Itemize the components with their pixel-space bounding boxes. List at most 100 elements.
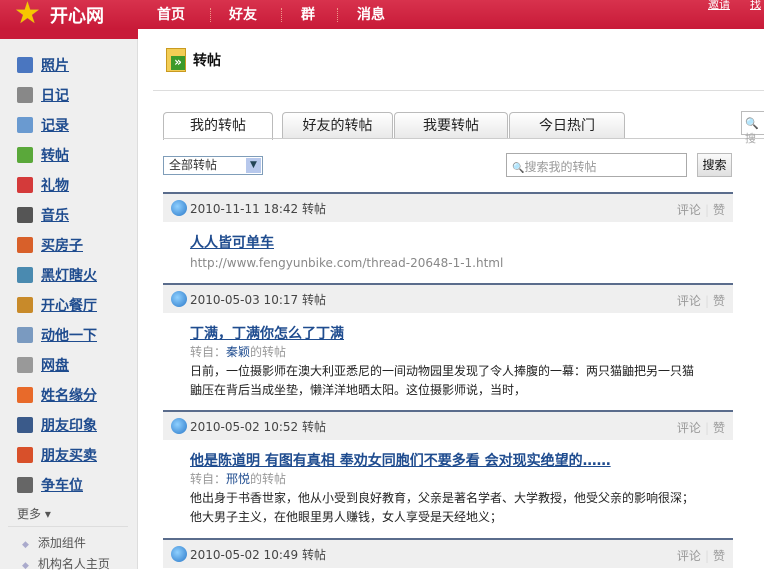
like-link[interactable]: 赞	[713, 549, 725, 563]
comment-link[interactable]: 评论	[677, 421, 701, 435]
post-excerpt: 鼬压在背后当成坐垫，懒洋洋地晒太阳。这位摄影师说，当时，	[190, 383, 527, 397]
repost-icon	[17, 147, 33, 163]
post-url[interactable]: http://www.fengyunbike.com/thread-20648-…	[190, 256, 503, 270]
sidebar-item[interactable]: 网盘	[17, 355, 69, 375]
sidebar-item-label[interactable]: 礼物	[41, 175, 69, 195]
tab-today-hot[interactable]: 今日热门	[509, 112, 625, 139]
name-fate-icon	[17, 387, 33, 403]
sidebar-item[interactable]: 记录	[17, 115, 69, 135]
sidebar-item-label[interactable]: 开心餐厅	[41, 295, 97, 315]
sidebar-item[interactable]: 买房子	[17, 235, 83, 255]
search-button[interactable]: 搜索	[697, 153, 732, 177]
post-header: 2010-05-02 10:52 转帖 评论 | 赞	[163, 410, 733, 440]
post-header: 2010-05-03 10:17 转帖 评论 | 赞	[163, 283, 733, 313]
bullet-icon: ◆	[22, 540, 29, 550]
sidebar-item-label[interactable]: 音乐	[41, 205, 69, 225]
divider	[153, 90, 764, 91]
like-link[interactable]: 赞	[713, 203, 725, 217]
post-title-link[interactable]: 他是陈道明 有图有真相 奉劝女同胞们不要多看 会对现实绝望的……	[190, 450, 611, 470]
globe-icon	[171, 200, 187, 216]
post-excerpt: 他出身于书香世家，他从小受到良好教育，父亲是著名学者、大学教授，他受父亲的影响很…	[190, 491, 695, 505]
nav-home[interactable]: 首页	[157, 0, 185, 29]
nav-divider	[210, 8, 211, 22]
sidebar-item[interactable]: 礼物	[17, 175, 69, 195]
sidebar-item[interactable]: 黑灯瞎火	[17, 265, 97, 285]
sidebar-item-label[interactable]: 转帖	[41, 145, 69, 165]
sidebar-item-label[interactable]: 照片	[41, 55, 69, 75]
source-user-link[interactable]: 秦颖	[226, 345, 250, 359]
sidebar-item-label[interactable]: 朋友买卖	[41, 445, 97, 465]
add-widget-link[interactable]: ◆ 添加组件	[22, 534, 86, 551]
sidebar-item[interactable]: 日记	[17, 85, 69, 105]
sidebar-item-label[interactable]: 黑灯瞎火	[41, 265, 97, 285]
post-time: 2010-05-03 10:17 转帖	[190, 292, 326, 307]
sidebar-item-label[interactable]: 朋友印象	[41, 415, 97, 435]
nav-groups[interactable]: 群	[301, 0, 315, 29]
invite-link[interactable]: 邀请	[708, 0, 730, 12]
sidebar-item[interactable]: 姓名缘分	[17, 385, 97, 405]
search-icon: 🔍	[512, 163, 525, 174]
repost-source: 转自：邢悦的转帖	[190, 472, 287, 486]
nav-messages[interactable]: 消息	[357, 0, 385, 29]
record-icon	[17, 117, 33, 133]
parking-icon	[17, 477, 33, 493]
sidebar-item-label[interactable]: 买房子	[41, 235, 83, 255]
sidebar-item-label[interactable]: 记录	[41, 115, 69, 135]
tab-friends-reposts[interactable]: 好友的转帖	[282, 112, 393, 139]
sidebar-item[interactable]: 朋友买卖	[17, 445, 97, 465]
comment-link[interactable]: 评论	[677, 203, 701, 217]
post-title-link[interactable]: 丁满，丁满你怎么了丁满	[190, 323, 344, 343]
sidebar-item-label[interactable]: 日记	[41, 85, 69, 105]
diary-icon	[17, 87, 33, 103]
search-input[interactable]: 🔍搜索我的转帖	[506, 153, 687, 177]
sidebar-item[interactable]: 争车位	[17, 475, 83, 495]
friend-impression-icon	[17, 417, 33, 433]
source-user-link[interactable]: 邢悦	[226, 472, 250, 486]
tab-my-reposts[interactable]: 我的转帖	[163, 112, 273, 140]
like-link[interactable]: 赞	[713, 294, 725, 308]
sidebar-item-label[interactable]: 动他一下	[41, 325, 97, 345]
sidebar-item-label[interactable]: 网盘	[41, 355, 69, 375]
comment-link[interactable]: 评论	[677, 294, 701, 308]
nav-friends[interactable]: 好友	[229, 0, 257, 29]
gift-icon	[17, 177, 33, 193]
post-time: 2010-05-02 10:49 转帖	[190, 547, 326, 562]
bullet-icon: ◆	[22, 561, 29, 571]
sidebar-item-label[interactable]: 姓名缘分	[41, 385, 97, 405]
sidebar-item[interactable]: 音乐	[17, 205, 69, 225]
sidebar-divider	[8, 526, 128, 527]
logo[interactable]: ★ 开心网	[14, 0, 104, 29]
people-icon	[17, 267, 33, 283]
burger-icon	[17, 297, 33, 313]
sidebar-item[interactable]: 动他一下	[17, 325, 97, 345]
sidebar-item-label[interactable]: 争车位	[41, 475, 83, 495]
find-link[interactable]: 找	[750, 0, 761, 12]
disk-icon	[17, 357, 33, 373]
sidebar-item[interactable]: 朋友印象	[17, 415, 97, 435]
post-time: 2010-05-02 10:52 转帖	[190, 419, 326, 434]
star-logo-icon: ★	[14, 0, 41, 31]
page-title: 转帖	[166, 48, 221, 72]
poke-icon	[17, 327, 33, 343]
comment-link[interactable]: 评论	[677, 549, 701, 563]
tab-new-repost[interactable]: 我要转帖	[394, 112, 508, 139]
headphones-icon	[17, 207, 33, 223]
nav-divider	[281, 8, 282, 22]
repost-source: 转自：秦颖的转帖	[190, 345, 287, 359]
house-icon	[17, 237, 33, 253]
like-link[interactable]: 赞	[713, 421, 725, 435]
org-page-link[interactable]: ◆ 机构名人主页	[22, 555, 110, 572]
more-menu[interactable]: 更多 ▾	[17, 505, 51, 522]
right-search-input[interactable]: 🔍搜	[741, 111, 764, 145]
globe-icon	[171, 418, 187, 434]
tab-baseline	[163, 138, 764, 139]
sidebar-item[interactable]: 照片	[17, 55, 69, 75]
post-header: 2010-05-02 10:49 转帖 评论 | 赞	[163, 538, 733, 568]
header-notch	[0, 29, 138, 39]
chevron-down-icon: ▼	[246, 158, 261, 173]
post-excerpt: 他大男子主义，在他眼里男人赚钱，女人享受是天经地义；	[190, 510, 503, 524]
filter-select[interactable]: 全部转帖 ▼	[163, 156, 263, 175]
sidebar-item[interactable]: 转帖	[17, 145, 69, 165]
sidebar-item[interactable]: 开心餐厅	[17, 295, 97, 315]
post-title-link[interactable]: 人人皆可单车	[190, 232, 274, 252]
